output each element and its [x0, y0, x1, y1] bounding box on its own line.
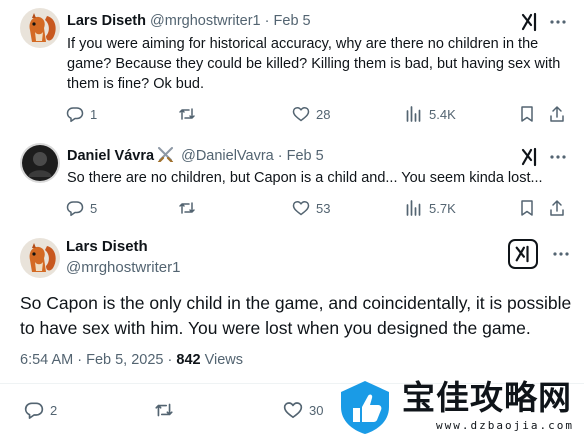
tweet-timestamp[interactable]: 6:54 AM · Feb 5, 2025 · [20, 352, 176, 368]
share-icon [548, 199, 566, 217]
more-options-icon[interactable] [552, 245, 570, 263]
separator-dot: · [277, 148, 283, 164]
reply-count: 2 [50, 402, 58, 418]
reply-button[interactable]: 2 [24, 399, 57, 421]
tweet-text: So there are no children, but Capon is a… [67, 170, 543, 186]
reply-icon [66, 105, 84, 123]
author-handle[interactable]: @mrghostwriter1 [150, 13, 261, 29]
like-button[interactable]: 28 [292, 103, 330, 125]
bookmark-button[interactable] [518, 197, 536, 219]
avatar[interactable] [20, 143, 60, 183]
watermark-logo-icon [336, 378, 394, 436]
reply-count: 1 [90, 106, 98, 122]
like-count: 30 [309, 402, 324, 418]
reply-tweet-1[interactable]: Lars Diseth @mrghostwriter1 · Feb 5 If y… [0, 0, 584, 135]
repost-icon [178, 199, 196, 217]
tweet-text: So Capon is the only child in the game, … [20, 293, 572, 338]
more-options-icon[interactable] [549, 148, 567, 166]
tweet-meta: 6:54 AM · Feb 5, 2025 · 842 Views [20, 352, 243, 368]
reply-icon [24, 400, 44, 420]
grok-icon [514, 245, 532, 263]
author-handle[interactable]: @mrghostwriter1 [66, 259, 180, 276]
grok-button[interactable] [508, 239, 538, 269]
repost-button[interactable] [178, 197, 196, 219]
share-button[interactable] [548, 103, 566, 125]
bookmark-icon [518, 199, 536, 217]
author-name[interactable]: Lars Diseth [66, 238, 148, 255]
repost-icon [178, 105, 196, 123]
reply-button[interactable]: 5 [66, 197, 97, 219]
crossed-swords-icon [157, 147, 174, 164]
views-label: Views [200, 352, 244, 368]
reply-count: 5 [90, 200, 98, 216]
separator-dot: · [264, 13, 270, 29]
grok-icon[interactable] [520, 147, 540, 167]
author-name[interactable]: Lars Diseth [67, 13, 146, 29]
heart-icon [292, 199, 310, 217]
like-count: 53 [316, 200, 331, 216]
tweet-date[interactable]: Feb 5 [274, 13, 311, 29]
share-icon [548, 105, 566, 123]
share-button[interactable] [548, 197, 566, 219]
reply-tweet-2[interactable]: Daniel Vávra @DanielVavra · Feb 5 So the… [0, 135, 584, 230]
views-count: 842 [176, 352, 201, 368]
like-button[interactable]: 30 [283, 399, 323, 421]
avatar[interactable] [20, 8, 60, 48]
views-chart-icon [405, 199, 423, 217]
more-options-icon[interactable] [549, 13, 567, 31]
avatar[interactable] [20, 238, 60, 278]
like-button[interactable]: 53 [292, 197, 330, 219]
watermark-url: www.dzbaojia.com [436, 419, 574, 432]
repost-button[interactable] [178, 103, 196, 125]
heart-icon [292, 105, 310, 123]
views-button[interactable]: 5.7K [405, 197, 456, 219]
heart-icon [283, 400, 303, 420]
like-count: 28 [316, 106, 331, 122]
tweet-date[interactable]: Feb 5 [287, 148, 324, 164]
watermark-title: 宝佳攻略网 [402, 378, 572, 417]
views-count: 5.4K [429, 106, 456, 122]
reply-button[interactable]: 1 [66, 103, 97, 125]
grok-icon[interactable] [520, 12, 540, 32]
repost-icon [154, 400, 174, 420]
author-name[interactable]: Daniel Vávra [67, 148, 154, 164]
views-chart-icon [405, 105, 423, 123]
tweet-text: If you were aiming for historical accura… [67, 36, 561, 92]
site-watermark: 宝佳攻略网 www.dzbaojia.com [330, 374, 584, 438]
bookmark-button[interactable] [518, 103, 536, 125]
author-handle[interactable]: @DanielVavra [181, 148, 274, 164]
bookmark-icon [518, 105, 536, 123]
repost-button[interactable] [154, 399, 174, 421]
views-count: 5.7K [429, 200, 456, 216]
reply-icon [66, 199, 84, 217]
views-button[interactable]: 5.4K [405, 103, 456, 125]
